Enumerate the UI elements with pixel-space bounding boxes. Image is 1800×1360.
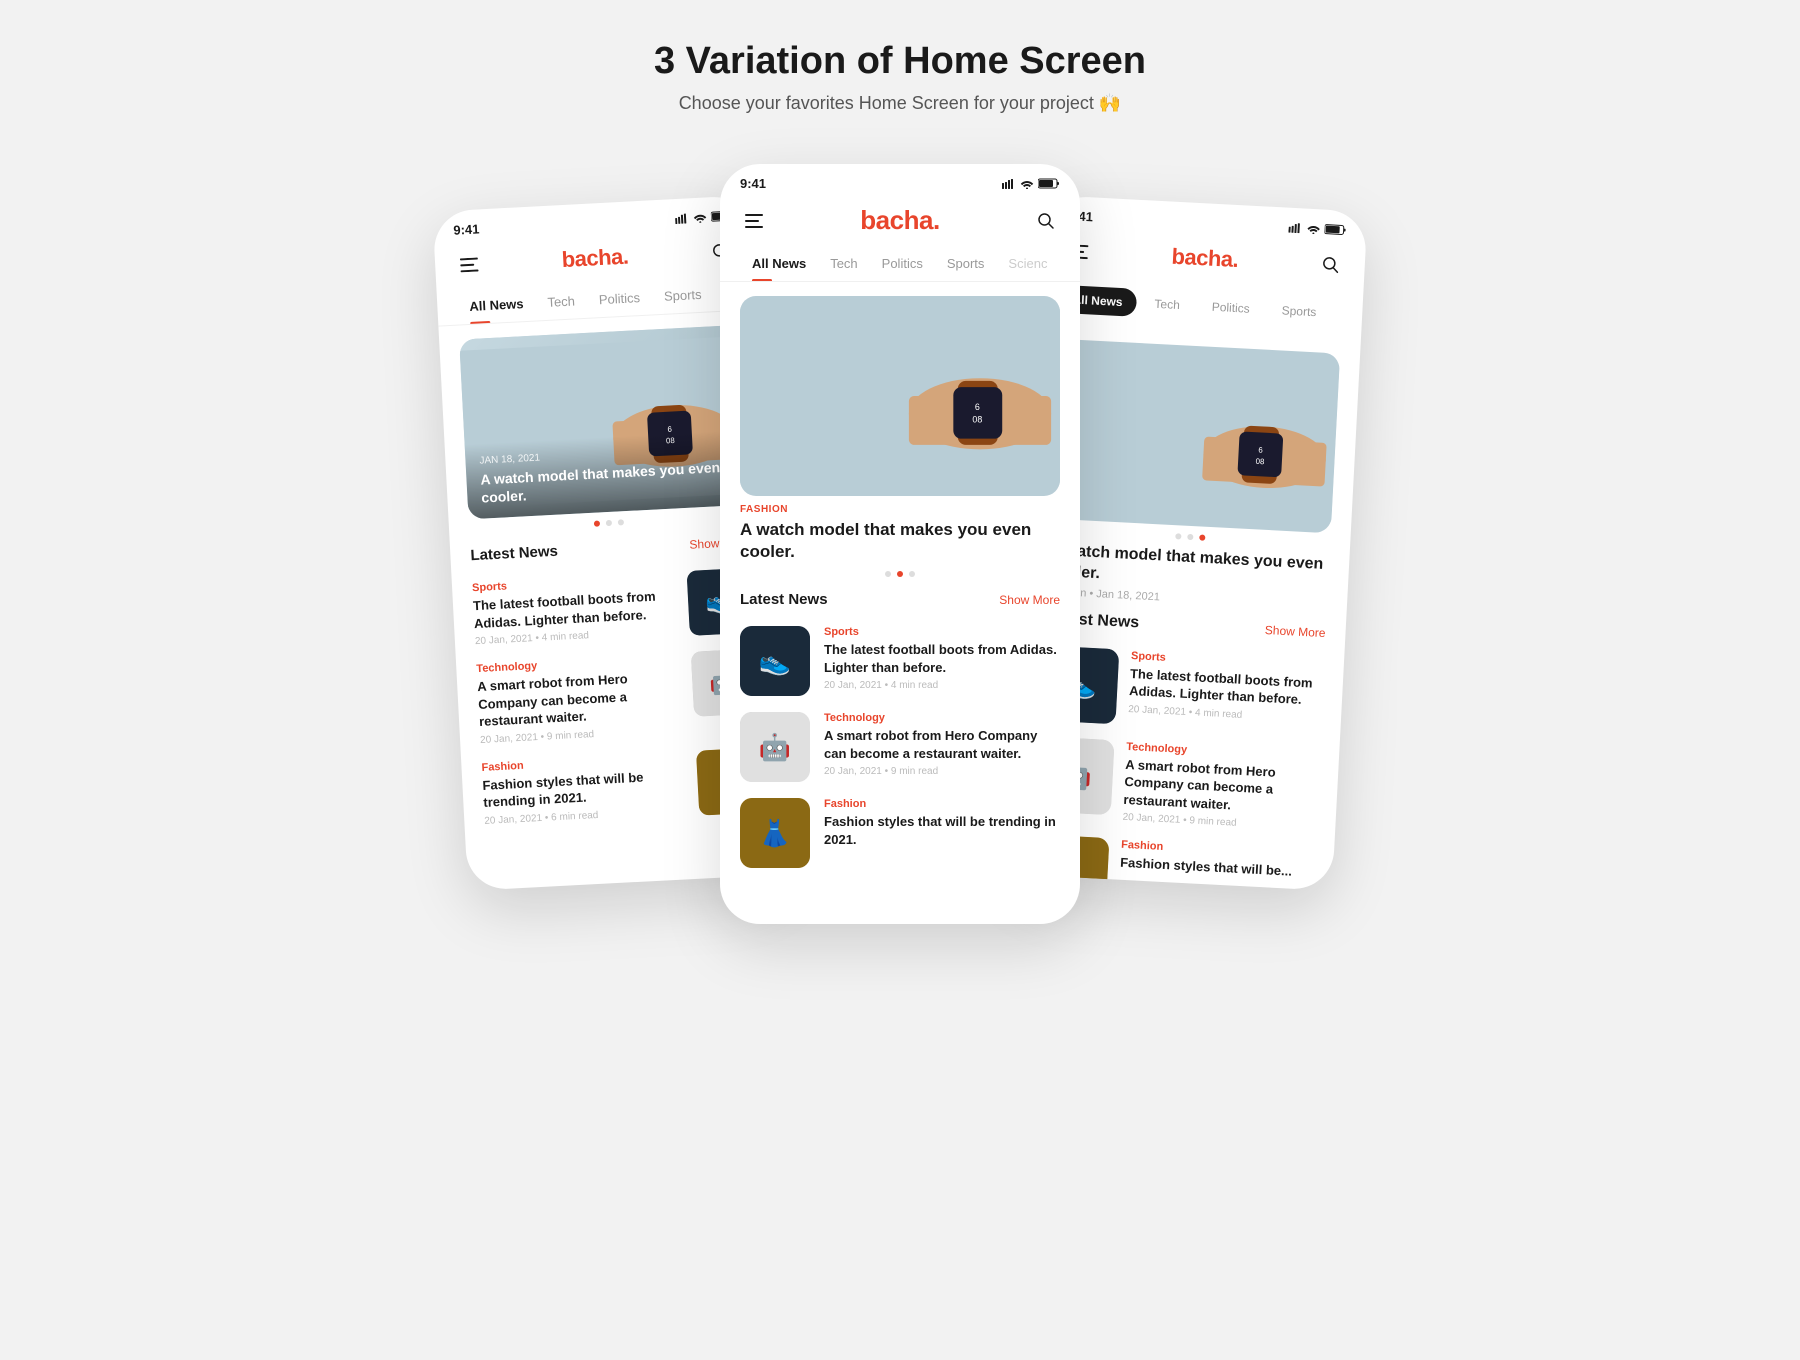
latest-news-header-center: Latest News Show More [720, 585, 1080, 618]
news-title-2-center: A smart robot from Hero Company can beco… [824, 727, 1060, 762]
hero-overlay-left: JAN 18, 2021 A watch model that makes yo… [465, 429, 749, 519]
news-title-1-right: The latest football boots from Adidas. L… [1129, 665, 1324, 710]
tab-tech-right[interactable]: Tech [1140, 289, 1195, 320]
latest-news-title-center: Latest News [740, 591, 828, 608]
page-header: 3 Variation of Home Screen Choose your f… [654, 40, 1146, 114]
tab-sports-center[interactable]: Sports [935, 248, 997, 281]
show-more-right[interactable]: Show More [1265, 623, 1326, 640]
news-content-3-right: Fashion Fashion styles that will be... [1120, 839, 1315, 886]
hero-title-center: A watch model that makes you even cooler… [740, 519, 1060, 563]
tab-politics-left[interactable]: Politics [586, 281, 653, 317]
dot-1-left [594, 520, 600, 526]
search-button-center[interactable] [1032, 207, 1060, 235]
tab-politics-right[interactable]: Politics [1197, 292, 1264, 323]
news-category-3-center: Fashion [824, 798, 1060, 810]
hero-caption-right: A watch model that makes you even cooler… [1047, 541, 1330, 612]
hero-caption-center: FASHION A watch model that makes you eve… [740, 504, 1060, 563]
tab-science-center[interactable]: Scienc [996, 248, 1059, 281]
search-button-right[interactable] [1316, 250, 1345, 279]
hero-card-center: 6 08 [740, 296, 1060, 496]
tab-all-news-center[interactable]: All News [740, 248, 818, 281]
svg-text:👟: 👟 [759, 646, 791, 677]
tab-sports-left[interactable]: Sports [651, 278, 714, 314]
dot-1-center [885, 571, 891, 577]
news-title-3-center: Fashion styles that will be trending in … [824, 813, 1060, 848]
news-meta-2-center: 20 Jan, 2021 • 9 min read [824, 766, 1060, 777]
hero-card-left: 6 08 JAN 18, 2021 A watch model that mak… [459, 325, 748, 519]
tab-tech-center[interactable]: Tech [818, 248, 869, 281]
hero-dots-center [720, 571, 1080, 577]
news-item-1-center[interactable]: 👟 Sports The latest football boots from … [720, 618, 1080, 704]
news-thumb-2-center: 🤖 [740, 712, 810, 782]
hero-label-center: FASHION [740, 504, 1060, 515]
app-logo-left: bacha. [561, 244, 629, 273]
tabs-center: All News Tech Politics Sports Scienc [720, 248, 1080, 282]
news-content-1-right: Sports The latest football boots from Ad… [1128, 650, 1324, 725]
app-logo-center: bacha. [860, 205, 939, 236]
news-title-1-left: The latest football boots from Adidas. L… [473, 587, 678, 633]
hero-title-left: A watch model that makes you even cooler… [480, 457, 734, 507]
news-content-2-center: Technology A smart robot from Hero Compa… [824, 712, 1060, 777]
svg-text:🤖: 🤖 [759, 732, 791, 762]
tab-tech-left[interactable]: Tech [535, 285, 588, 321]
latest-news-title-left: Latest News [470, 543, 558, 565]
status-time-left: 9:41 [453, 221, 480, 237]
app-logo-right: bacha. [1171, 244, 1239, 273]
status-icons-center [1002, 178, 1060, 189]
news-content-1-center: Sports The latest football boots from Ad… [824, 626, 1060, 691]
status-bar-center: 9:41 [720, 164, 1080, 197]
dot-2-center [897, 571, 903, 577]
news-item-2-center[interactable]: 🤖 Technology A smart robot from Hero Com… [720, 704, 1080, 790]
news-title-3-left: Fashion styles that will be trending in … [482, 766, 687, 812]
status-icons-right [1288, 222, 1346, 236]
news-title-2-left: A smart robot from Hero Company can beco… [477, 668, 682, 731]
news-content-1-left: Sports The latest football boots from Ad… [472, 572, 678, 648]
news-content-3-center: Fashion Fashion styles that will be tren… [824, 798, 1060, 852]
svg-text:08: 08 [1255, 457, 1265, 466]
news-category-1-center: Sports [824, 626, 1060, 638]
dot-3-left [618, 519, 624, 525]
dot-1-right [1175, 533, 1181, 539]
hero-card-right: 6 08 [1051, 339, 1340, 533]
phones-container: 9:41 bacha. All News Tech Politics Sp [200, 164, 1600, 924]
svg-text:6: 6 [975, 402, 980, 412]
dot-2-left [606, 520, 612, 526]
hamburger-button-left[interactable] [455, 250, 484, 279]
page-title: 3 Variation of Home Screen [654, 40, 1146, 83]
news-item-3-center[interactable]: 👗 Fashion Fashion styles that will be tr… [720, 790, 1080, 876]
svg-text:👗: 👗 [759, 818, 791, 848]
news-thumb-3-center: 👗 [740, 798, 810, 868]
status-time-center: 9:41 [740, 176, 766, 191]
news-title-1-center: The latest football boots from Adidas. L… [824, 641, 1060, 676]
news-title-2-right: A smart robot from Hero Company can beco… [1123, 755, 1318, 818]
app-header-center: bacha. [720, 197, 1080, 248]
hamburger-button-center[interactable] [740, 207, 768, 235]
show-more-center[interactable]: Show More [999, 593, 1060, 607]
svg-text:08: 08 [972, 415, 982, 425]
tab-politics-center[interactable]: Politics [870, 248, 935, 281]
page-subtitle: Choose your favorites Home Screen for yo… [654, 93, 1146, 114]
tab-sports-right[interactable]: Sports [1267, 296, 1331, 327]
news-thumb-1-center: 👟 [740, 626, 810, 696]
news-category-2-center: Technology [824, 712, 1060, 724]
phone-center: 9:41 bacha. All News Tech Politics Sp [720, 164, 1080, 924]
dot-3-center [909, 571, 915, 577]
tab-all-news-left[interactable]: All News [457, 288, 537, 325]
news-meta-1-center: 20 Jan, 2021 • 4 min read [824, 680, 1060, 691]
news-content-2-right: Technology A smart robot from Hero Compa… [1122, 740, 1319, 833]
news-content-2-left: Technology A smart robot from Hero Compa… [476, 653, 683, 746]
dot-2-right [1187, 534, 1193, 540]
dot-3-right [1199, 534, 1205, 540]
news-content-3-left: Fashion Fashion styles that will be tren… [481, 751, 687, 827]
